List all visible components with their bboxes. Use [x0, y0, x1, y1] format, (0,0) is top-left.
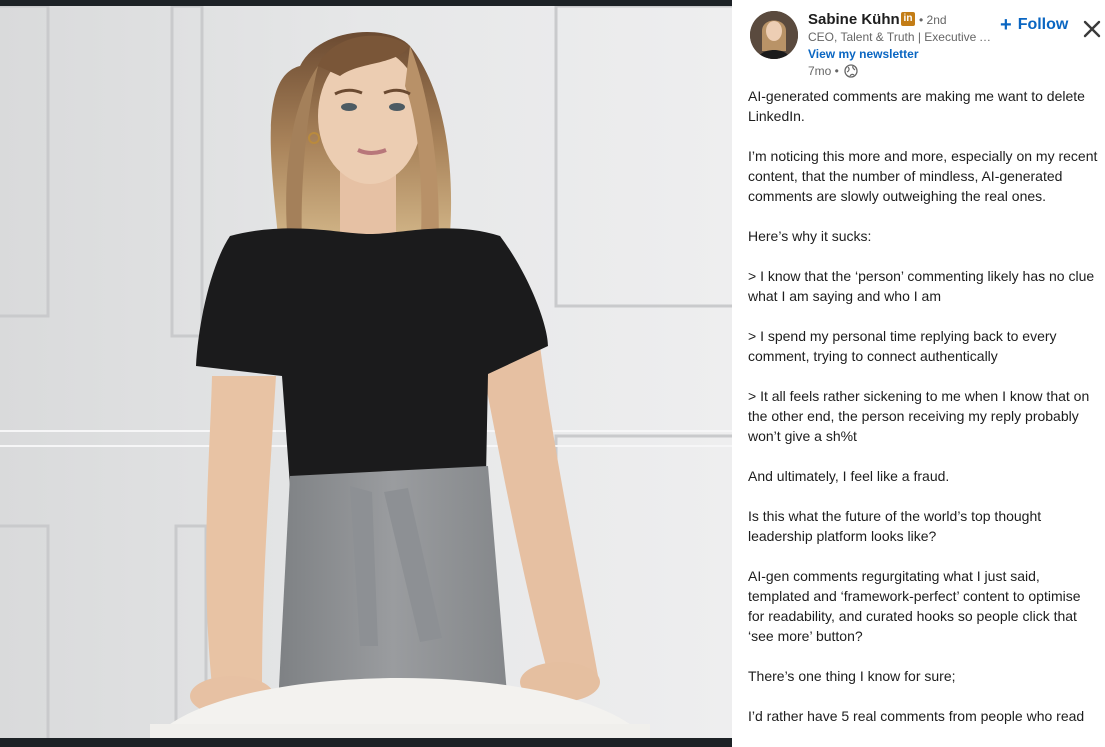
follow-label: Follow: [1017, 16, 1069, 33]
photo-viewer: [0, 0, 732, 747]
post-paragraph: AI-gen comments regurgitating what I jus…: [748, 568, 1081, 644]
photo-top-border: [0, 0, 732, 6]
post-paragraph: AI-generated comments are making me want…: [748, 88, 1085, 124]
photo-bottom-border: [0, 738, 732, 747]
post-paragraph: I’d rather have 5 real comments from peo…: [748, 708, 1085, 724]
view-newsletter-link[interactable]: View my newsletter: [808, 46, 919, 62]
author-avatar[interactable]: [750, 11, 798, 59]
post-meta: 7mo •: [808, 63, 858, 79]
avatar-image: [750, 11, 798, 59]
premium-in-badge-icon: in: [901, 12, 915, 26]
post-paragraph: Here’s why it sucks:: [748, 228, 872, 244]
post-photo-illustration: [0, 6, 732, 738]
post-paragraph: And ultimately, I feel like a fraud.: [748, 468, 950, 484]
post-paragraph: > I spend my personal time replying back…: [748, 328, 1057, 364]
author-headline: CEO, Talent & Truth | Executive Advisor: [808, 30, 993, 44]
post-photo: [0, 6, 732, 738]
author-name[interactable]: Sabine Kühn: [808, 10, 900, 30]
post-paragraph: There’s one thing I know for sure;: [748, 668, 956, 684]
post-paragraph: > It all feels rather sickening to me wh…: [748, 388, 1090, 444]
plus-icon: +: [1000, 14, 1012, 36]
post-text: AI-generated comments are making me want…: [748, 86, 1098, 746]
post-detail-panel: Sabine Kühn in • 2nd CEO, Talent & Truth…: [732, 0, 1105, 747]
close-button[interactable]: [1080, 17, 1104, 41]
follow-button[interactable]: + Follow: [1000, 12, 1068, 38]
post-paragraph: I’m noticing this more and more, especia…: [748, 148, 1098, 204]
close-icon: [1083, 20, 1101, 38]
globe-icon: [844, 64, 858, 78]
post-paragraph: Is this what the future of the world’s t…: [748, 508, 1042, 544]
connection-degree: • 2nd: [919, 13, 947, 27]
post-timestamp: 7mo •: [808, 64, 839, 78]
post-paragraph: > I know that the ‘person’ commenting li…: [748, 268, 1095, 304]
